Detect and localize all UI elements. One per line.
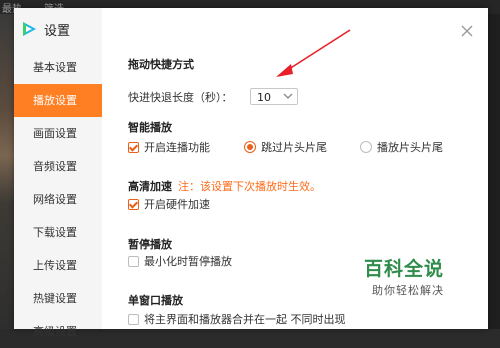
seek-length-select[interactable]: 10: [250, 88, 298, 105]
nav-item-picture[interactable]: 画面设置: [14, 117, 102, 150]
nav-item-basic[interactable]: 基本设置: [14, 51, 102, 84]
section-title-seek: 拖动快捷方式: [128, 58, 194, 71]
play-intro-radio[interactable]: [360, 141, 372, 153]
watermark-title: 百科全说: [364, 258, 445, 280]
nav-item-advanced[interactable]: 高级设置: [14, 315, 102, 348]
continuous-play-option[interactable]: 开启连播功能: [128, 139, 210, 155]
hardware-accel-checkbox[interactable]: [128, 198, 139, 210]
minimize-pause-checkbox[interactable]: [128, 255, 139, 267]
settings-nav: 基本设置 播放设置 画面设置 音频设置 网络设置 下载设置 上传设置 热键设置 …: [14, 51, 102, 348]
section-title-single: 单窗口播放: [128, 294, 183, 307]
continuous-play-checkbox[interactable]: [128, 141, 139, 153]
section-title-pause: 暂停播放: [128, 238, 172, 251]
hardware-accel-label: 开启硬件加速: [144, 198, 210, 211]
seek-length-label: 快进快退长度（秒）：: [128, 91, 233, 104]
nav-item-playback[interactable]: 播放设置: [14, 84, 102, 117]
hardware-accel-option[interactable]: 开启硬件加速: [128, 196, 210, 212]
watermark: 百科全说 助你轻松解决: [360, 254, 500, 304]
watermark-subtitle: 助你轻松解决: [372, 284, 444, 297]
hd-note: 注：该设置下次播放时生效。: [178, 180, 321, 193]
merge-window-option[interactable]: 将主界面和播放器合并在一起 不同时出现: [128, 311, 346, 327]
section-title-hd: 高清加速: [128, 180, 172, 193]
merge-window-label: 将主界面和播放器合并在一起 不同时出现: [144, 313, 346, 326]
skip-intro-label: 跳过片头片尾: [261, 141, 327, 154]
skip-intro-option[interactable]: 跳过片头片尾: [244, 139, 327, 155]
app-logo-icon: [23, 22, 36, 36]
play-intro-label: 播放片头片尾: [377, 141, 443, 154]
settings-sidebar: 设置 基本设置 播放设置 画面设置 音频设置 网络设置 下载设置 上传设置 热键…: [14, 8, 102, 338]
nav-item-audio[interactable]: 音频设置: [14, 150, 102, 183]
chevron-down-icon: [283, 93, 293, 99]
nav-item-upload[interactable]: 上传设置: [14, 249, 102, 282]
merge-window-checkbox[interactable]: [128, 313, 139, 325]
minimize-pause-option[interactable]: 最小化时暂停播放: [128, 253, 232, 269]
dialog-title: 设置: [44, 23, 71, 39]
play-intro-option[interactable]: 播放片头片尾: [360, 139, 443, 155]
nav-item-hotkeys[interactable]: 热键设置: [14, 282, 102, 315]
nav-item-network[interactable]: 网络设置: [14, 183, 102, 216]
background-left-strip: [0, 14, 14, 329]
nav-item-download[interactable]: 下载设置: [14, 216, 102, 249]
dialog-header: 设置: [20, 18, 70, 40]
seek-length-value: 10: [257, 91, 271, 104]
section-title-smart: 智能播放: [128, 121, 172, 134]
skip-intro-radio[interactable]: [244, 141, 256, 153]
continuous-play-label: 开启连播功能: [144, 141, 210, 154]
hd-header: 高清加速 注：该设置下次播放时生效。: [128, 178, 321, 194]
minimize-pause-label: 最小化时暂停播放: [144, 255, 232, 268]
